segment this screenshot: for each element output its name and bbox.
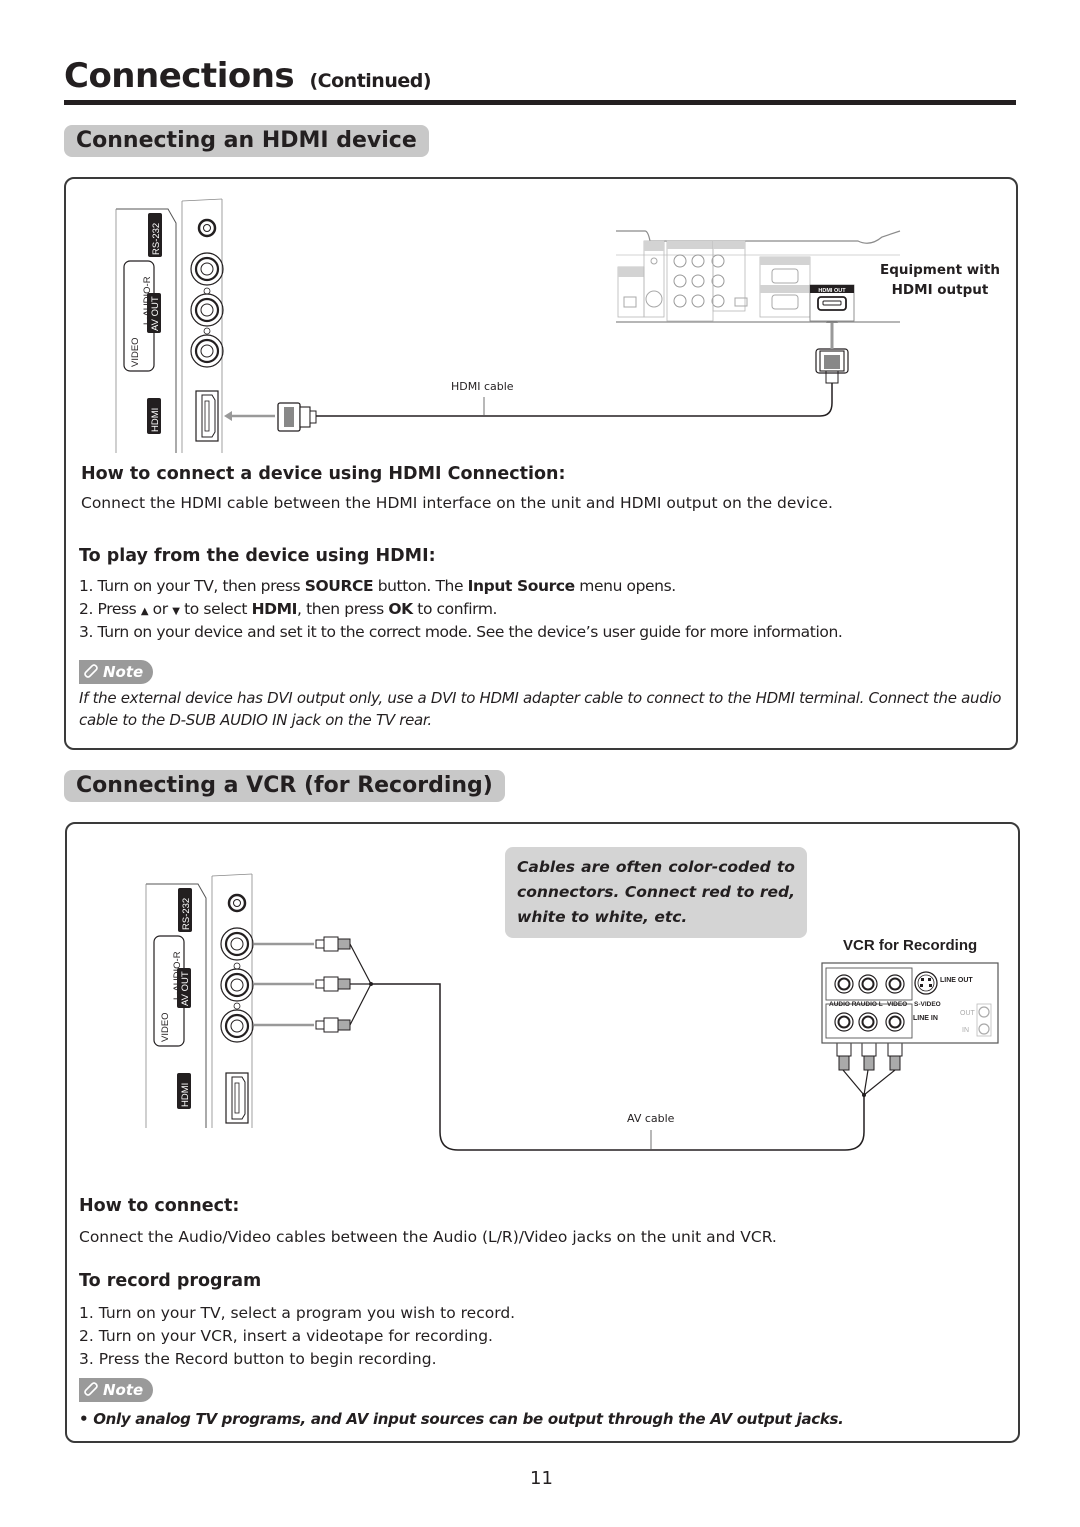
vcr-audio-l-label: AUDIO L — [856, 1001, 883, 1008]
tv-jack-plate — [181, 198, 224, 453]
bullet-icon: • — [79, 1410, 94, 1428]
vcr-step-1: 1. Turn on your TV, select a program you… — [79, 1304, 516, 1322]
device-back-panel — [616, 230, 901, 323]
vcr-step-3: 3. Press the Record button to begin reco… — [79, 1350, 437, 1368]
video-label: VIDEO — [130, 337, 141, 367]
hdmi-step-1: 1. Turn on your TV, then press SOURCE bu… — [79, 577, 676, 595]
tv-side-panel: RS-232 L-AUDIO-R AV OUT VIDEO HDMI — [115, 208, 177, 453]
equipment-label-line2: HDMI output — [891, 282, 989, 298]
title-rule — [64, 100, 1016, 105]
paperclip-icon — [83, 662, 99, 682]
vcr-audio-r-label: AUDIO R — [829, 1001, 857, 1008]
hdmi-cable — [316, 383, 833, 417]
audio-l-jack — [220, 968, 254, 1002]
hdmi-note-badge: Note — [79, 660, 154, 684]
av-out-label: AV OUT — [150, 296, 161, 331]
vcr-step-2: 2. Turn on your VCR, insert a videotape … — [79, 1327, 493, 1345]
hdmi-note-line-1: If the external device has DVI output on… — [79, 689, 1002, 707]
note-label: Note — [103, 663, 144, 681]
input-source-ref: Input Source — [467, 577, 576, 595]
av-cable-label: AV cable — [627, 1112, 675, 1125]
rca-plug — [315, 976, 351, 992]
video-jack — [190, 334, 224, 368]
page-title: Connections (Continued) — [64, 56, 432, 96]
tv-hdmi-port — [195, 390, 219, 442]
page-title-text: Connections — [64, 56, 295, 96]
vcr-video-label: VIDEO — [887, 1001, 907, 1008]
tv-hdmi-port — [225, 1072, 249, 1124]
page-title-continued: (Continued) — [309, 70, 432, 92]
hdmi-step-2: 2. Press ▲ or ▼ to select HDMI, then pre… — [79, 600, 498, 618]
video-jack — [220, 1009, 254, 1043]
hdmi-plug-left — [277, 402, 317, 432]
hdmi-out-label: HDMI OUT — [818, 288, 846, 294]
vcr-note-bullet: • Only analog TV programs, and AV input … — [79, 1410, 844, 1428]
equipment-label-line1: Equipment with — [880, 262, 1000, 278]
hdmi-how-to-text: Connect the HDMI cable between the HDMI … — [81, 494, 833, 512]
vcr-connection-diagram: RS-232 L-AUDIO-R AV OUT VIDEO HDMI — [145, 873, 999, 1151]
note-label: Note — [103, 1381, 144, 1399]
rca-leads-tv — [254, 936, 373, 1033]
rca-plug — [315, 936, 351, 952]
section-heading-vcr: Connecting a VCR (for Recording) — [64, 770, 505, 802]
paperclip-icon — [83, 1380, 99, 1400]
rs232-label: RS-232 — [181, 898, 192, 930]
hdmi-plug-right — [815, 348, 849, 384]
tv-jack-plate — [211, 873, 254, 1128]
audio-l-jack — [190, 293, 224, 327]
vcr-in-label: IN — [962, 1027, 969, 1034]
hdmi-play-heading: To play from the device using HDMI: — [79, 546, 436, 566]
vcr-line-in-label: LINE IN — [913, 1015, 938, 1022]
rca-plug — [315, 1017, 351, 1033]
vcr-line-out-label: LINE OUT — [940, 977, 973, 984]
device-hdmi-out-port: HDMI OUT — [809, 284, 855, 322]
equipment-label: Equipment with HDMI output — [872, 260, 1008, 300]
vcr-note-badge: Note — [79, 1378, 154, 1402]
audio-r-jack — [190, 252, 224, 286]
rs232-label: RS-232 — [151, 223, 162, 255]
vcr-how-to-heading: How to connect: — [79, 1196, 240, 1216]
section-heading-hdmi: Connecting an HDMI device — [64, 125, 429, 157]
vcr-record-heading: To record program — [79, 1271, 262, 1291]
hdmi-panel-label: HDMI — [180, 1083, 191, 1107]
page-number: 11 — [530, 1468, 553, 1489]
hdmi-step-3: 3. Turn on your device and set it to the… — [79, 623, 843, 641]
hdmi-how-to-heading: How to connect a device using HDMI Conne… — [81, 464, 566, 484]
vcr-how-to-text: Connect the Audio/Video cables between t… — [79, 1228, 777, 1246]
hdmi-connection-diagram: RS-232 L-AUDIO-R AV OUT VIDEO HDMI — [115, 198, 901, 453]
audio-r-jack — [220, 927, 254, 961]
vcr-s-video-label: S-VIDEO — [914, 1001, 941, 1008]
down-arrow-icon: ▼ — [172, 606, 180, 617]
hdmi-cable-label: HDMI cable — [451, 380, 514, 393]
tv-side-panel: RS-232 L-AUDIO-R AV OUT VIDEO HDMI — [145, 883, 207, 1128]
hdmi-panel-label: HDMI — [150, 408, 161, 432]
vcr-out-label: OUT — [960, 1010, 976, 1017]
vcr-back-panel: AUDIO R AUDIO L VIDEO S-VIDEO LINE OUT L… — [821, 962, 999, 1044]
hdmi-note-line-2: cable to the D-SUB AUDIO IN jack on the … — [79, 711, 432, 729]
source-button-ref: SOURCE — [304, 577, 374, 595]
video-label: VIDEO — [160, 1012, 171, 1042]
av-cable — [371, 983, 865, 1151]
av-out-label: AV OUT — [180, 971, 191, 1006]
